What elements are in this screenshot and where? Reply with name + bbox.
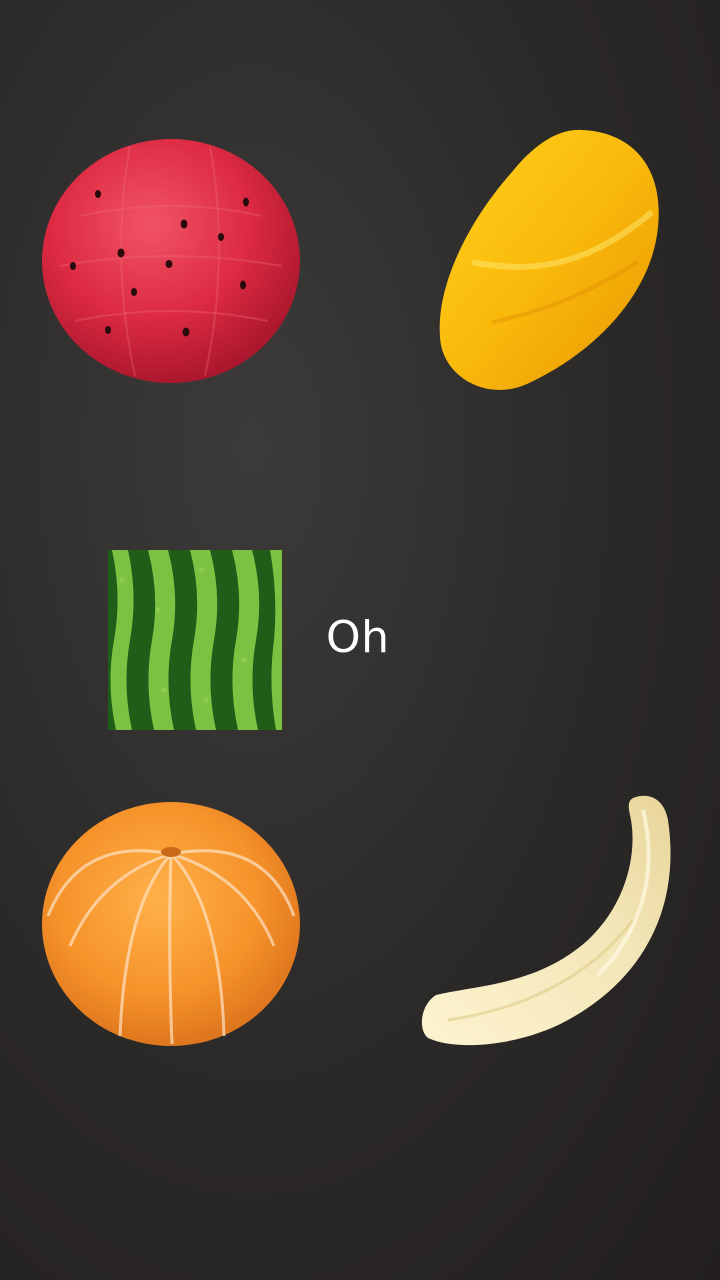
mango-fruit[interactable]	[432, 122, 668, 392]
watermelon-ball-icon	[42, 139, 300, 383]
peeled-banana-icon	[421, 795, 671, 1046]
peeled-mandarin-icon	[42, 802, 300, 1046]
caption-text: Oh	[326, 612, 390, 663]
peeled-mango-icon	[439, 129, 659, 390]
watermelon-stripe-icon	[108, 550, 282, 730]
watermelon-fruit[interactable]	[40, 136, 302, 386]
watermelon-rind-tile[interactable]	[108, 550, 282, 730]
banana-fruit[interactable]	[418, 790, 684, 1052]
mandarin-fruit[interactable]	[40, 796, 302, 1048]
